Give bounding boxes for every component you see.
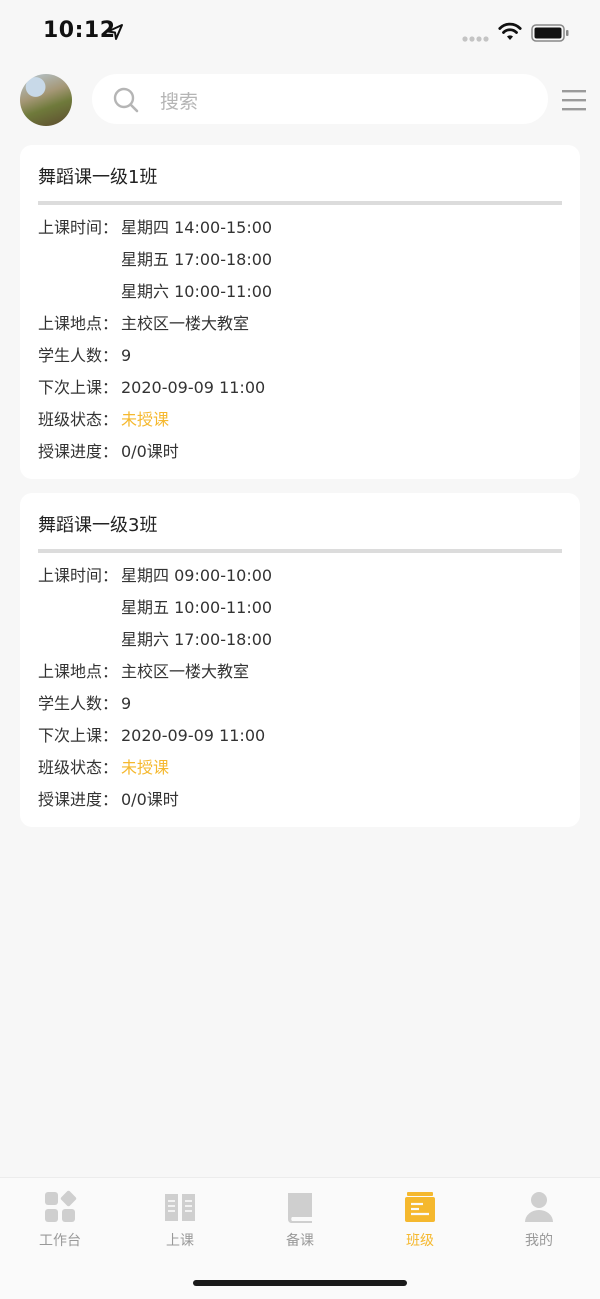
schedule-value: 星期六 17:00-18:00 (121, 630, 273, 649)
schedule-value: 星期四 09:00-10:00 (121, 566, 273, 585)
tab-label: 备课 (286, 1233, 314, 1249)
status-label: 班级状态： (38, 758, 119, 777)
class-title: 舞蹈课一级1班 (38, 167, 158, 188)
schedule-row: 星期六 17:00-18:00 (121, 626, 272, 650)
progress-label: 授课进度： (38, 790, 119, 809)
progress-row: 授课进度： 0/0课时 (38, 438, 179, 462)
location-label: 上课地点： (38, 314, 119, 333)
schedule-value: 星期六 10:00-11:00 (121, 282, 273, 301)
progress-row: 授课进度： 0/0课时 (38, 786, 179, 810)
schedule-row: 星期五 10:00-11:00 (121, 594, 272, 618)
open-book-icon (165, 1194, 195, 1221)
progress-label: 授课进度： (38, 442, 119, 461)
location-label: 上课地点： (38, 662, 119, 681)
schedule-label: 上课时间： (38, 566, 119, 585)
next-class-label: 下次上课： (38, 726, 119, 745)
wifi-icon (498, 22, 522, 40)
next-class-row: 下次上课： 2020-09-09 11:00 (38, 722, 265, 746)
students-row: 学生人数： 9 (38, 342, 131, 366)
closed-book-icon (287, 1193, 312, 1223)
status-label: 班级状态： (38, 410, 119, 429)
search-placeholder: 搜索 (160, 91, 199, 113)
battery-icon (531, 24, 569, 42)
schedule-row: 上课时间： 星期四 09:00-10:00 (38, 562, 272, 586)
students-row: 学生人数： 9 (38, 690, 131, 714)
divider (38, 549, 562, 553)
class-title: 舞蹈课一级3班 (38, 515, 158, 536)
workbench-icon (45, 1190, 77, 1222)
tab-class-session[interactable]: 上课 (130, 1190, 230, 1252)
tab-classes[interactable]: 班级 (370, 1190, 470, 1252)
schedule-value: 星期四 14:00-15:00 (121, 218, 273, 237)
class-card[interactable]: 舞蹈课一级1班 上课时间： 星期四 14:00-15:00 星期五 17:00-1… (20, 145, 580, 479)
next-class-label: 下次上课： (38, 378, 119, 397)
tab-workbench[interactable]: 工作台 (10, 1190, 110, 1252)
next-class-row: 下次上课： 2020-09-09 11:00 (38, 374, 265, 398)
user-icon (525, 1192, 553, 1222)
students-value: 9 (121, 346, 132, 365)
students-label: 学生人数： (38, 694, 119, 713)
status-row: 班级状态： 未授课 (38, 406, 169, 430)
status-bar: 10:12 (0, 0, 600, 66)
class-card[interactable]: 舞蹈课一级3班 上课时间： 星期四 09:00-10:00 星期五 10:00-1… (20, 493, 580, 827)
schedule-label: 上课时间： (38, 218, 119, 237)
location-row: 上课地点： 主校区一楼大教室 (38, 310, 249, 334)
home-indicator (193, 1280, 407, 1286)
location-arrow-icon (107, 24, 123, 40)
schedule-row: 星期五 17:00-18:00 (121, 246, 272, 270)
status-badge: 未授课 (121, 410, 170, 429)
search-icon (113, 87, 139, 113)
progress-value: 0/0课时 (121, 790, 179, 809)
tab-label: 上课 (166, 1233, 194, 1249)
tab-label: 班级 (406, 1233, 434, 1249)
schedule-value: 星期五 10:00-11:00 (121, 598, 273, 617)
avatar[interactable] (20, 74, 72, 126)
menu-icon[interactable] (562, 88, 586, 112)
students-label: 学生人数： (38, 346, 119, 365)
students-value: 9 (121, 694, 132, 713)
schedule-row: 星期六 10:00-11:00 (121, 278, 272, 302)
status-row: 班级状态： 未授课 (38, 754, 169, 778)
tab-label: 工作台 (39, 1233, 81, 1249)
signal-icon (462, 36, 489, 42)
schedule-row: 上课时间： 星期四 14:00-15:00 (38, 214, 272, 238)
next-class-value: 2020-09-09 11:00 (121, 726, 266, 745)
next-class-value: 2020-09-09 11:00 (121, 378, 266, 397)
schedule-value: 星期五 17:00-18:00 (121, 250, 273, 269)
tab-profile[interactable]: 我的 (489, 1190, 589, 1252)
search-input[interactable]: 搜索 (92, 74, 548, 124)
class-board-icon (405, 1192, 435, 1222)
status-badge: 未授课 (121, 758, 170, 777)
progress-value: 0/0课时 (121, 442, 179, 461)
divider (38, 201, 562, 205)
status-time: 10:12 (43, 18, 116, 43)
header: 搜索 (0, 66, 600, 136)
location-value: 主校区一楼大教室 (121, 662, 250, 681)
tab-label: 我的 (525, 1233, 553, 1249)
tab-prepare-lesson[interactable]: 备课 (250, 1190, 350, 1252)
location-row: 上课地点： 主校区一楼大教室 (38, 658, 249, 682)
tab-bar: 工作台 上课 备课 班级 我的 (0, 1177, 600, 1299)
location-value: 主校区一楼大教室 (121, 314, 250, 333)
